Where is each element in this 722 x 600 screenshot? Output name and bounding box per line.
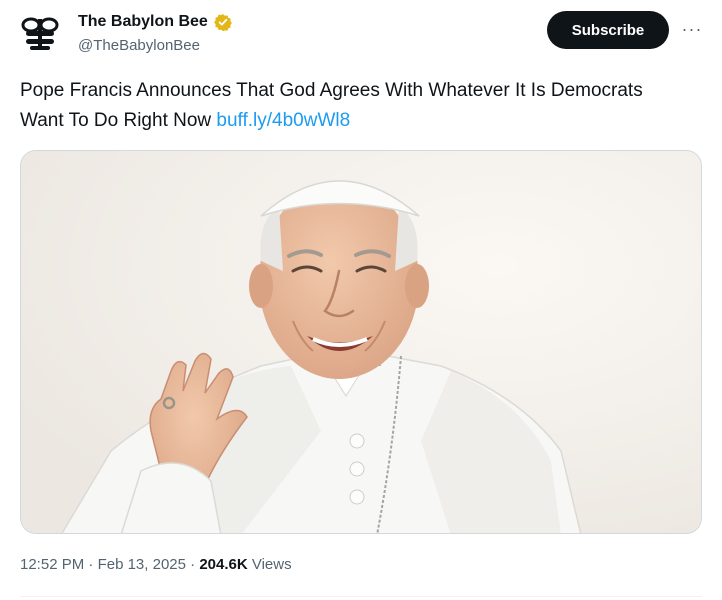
- bee-logo-icon[interactable]: [20, 13, 60, 53]
- tweet-text: Pope Francis Announces That God Agrees W…: [20, 76, 680, 136]
- views-label: Views: [251, 556, 292, 573]
- meta-separator-2: ·: [185, 556, 200, 573]
- tweet-date[interactable]: Feb 13, 2025: [98, 556, 186, 573]
- tweet-meta: 12:52 PM · Feb 13, 2025 · 204.6K Views: [20, 556, 292, 573]
- meta-separator: ·: [84, 556, 98, 573]
- tweet-photo[interactable]: [20, 150, 702, 534]
- tweet-link[interactable]: buff.ly/4b0wWl8: [216, 110, 350, 131]
- divider: [20, 596, 702, 597]
- more-options-icon[interactable]: ···: [679, 16, 705, 42]
- verified-badge-icon[interactable]: [213, 13, 232, 32]
- author-name[interactable]: The Babylon Bee: [78, 13, 208, 31]
- author-name-row[interactable]: The Babylon Bee: [78, 13, 232, 32]
- tweet-time[interactable]: 12:52 PM: [20, 556, 84, 573]
- tweet: The Babylon Bee @TheBabylonBee Subscribe…: [0, 0, 722, 600]
- subscribe-button[interactable]: Subscribe: [547, 11, 669, 49]
- views-count: 204.6K: [199, 556, 248, 573]
- author-handle[interactable]: @TheBabylonBee: [78, 37, 200, 54]
